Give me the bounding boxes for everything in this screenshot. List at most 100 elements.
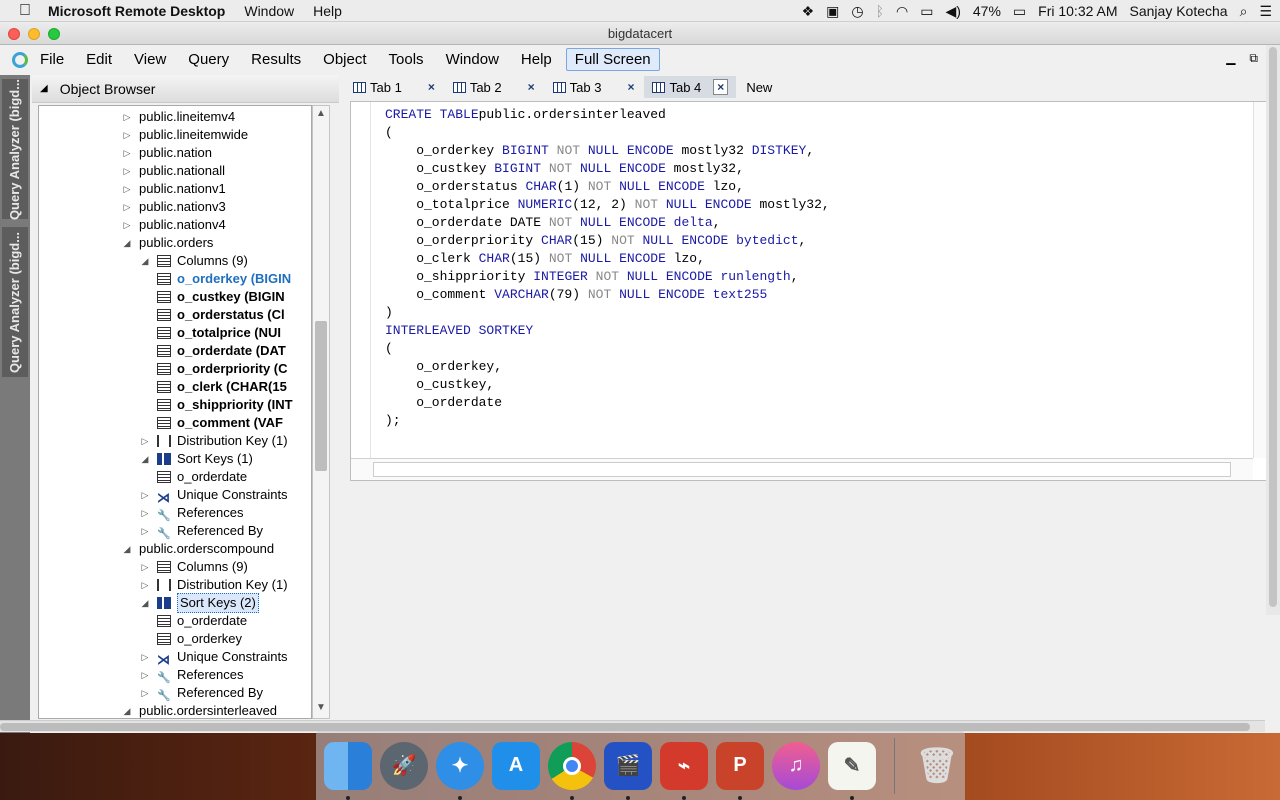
collapsed-arrow-icon[interactable]: ▷ <box>121 180 133 198</box>
minimize-window-icon[interactable] <box>28 28 40 40</box>
menu-object[interactable]: Object <box>323 51 366 68</box>
collapsed-arrow-icon[interactable]: ▷ <box>121 126 133 144</box>
safari-icon[interactable]: ✦ <box>436 741 484 800</box>
screen-record-icon[interactable]: ▣ <box>826 3 839 20</box>
menu-window[interactable]: Window <box>446 51 499 68</box>
tree-node[interactable]: o_orderkey (BIGIN <box>157 270 291 288</box>
sql-code[interactable]: CREATE TABLEpublic.ordersinterleaved( o_… <box>385 106 830 430</box>
close-tab-icon[interactable]: × <box>428 80 435 94</box>
tree-node[interactable]: o_clerk (CHAR(15 <box>157 378 287 396</box>
editor-horizontal-scrollbar[interactable] <box>351 458 1253 480</box>
expanded-arrow-icon[interactable]: ◢ <box>139 252 151 270</box>
battery-percent[interactable]: 47% <box>973 3 1001 19</box>
collapsed-arrow-icon[interactable]: ▷ <box>139 576 151 594</box>
textedit-icon[interactable]: ✎ <box>828 741 876 800</box>
tree-node[interactable]: ▷ public.nationv1 <box>121 180 226 198</box>
volume-icon[interactable]: ◀) <box>945 3 960 20</box>
tree-node[interactable]: ▷ Columns (9) <box>139 558 248 576</box>
collapsed-arrow-icon[interactable]: ▷ <box>139 504 151 522</box>
tree-node[interactable]: ◢ public.orders <box>121 234 214 252</box>
expanded-arrow-icon[interactable]: ◢ <box>121 540 133 558</box>
clock[interactable]: Fri 10:32 AM <box>1038 3 1117 19</box>
object-tree[interactable]: ▷ public.lineitemv4 ▷ public.lineitemwide ▷ p… <box>38 105 312 719</box>
trash-icon[interactable]: 🗑 <box>913 742 961 790</box>
side-tab-query-analyzer-1[interactable]: Query Analyzer (bigd... <box>2 78 28 220</box>
powerpoint-icon[interactable]: P <box>716 741 764 800</box>
tree-node[interactable]: ◢ Sort Keys (1) <box>139 450 253 468</box>
tree-node[interactable]: o_shippriority (INT <box>157 396 293 414</box>
menu-help[interactable]: Help <box>521 51 552 68</box>
collapsed-arrow-icon[interactable]: ▷ <box>121 198 133 216</box>
tree-node[interactable]: ▷ Distribution Key (1) <box>139 576 288 594</box>
tree-node[interactable]: ◢ Columns (9) <box>139 252 248 270</box>
close-tab-icon[interactable]: × <box>713 79 729 95</box>
tree-node[interactable]: ▷ ⋊ Unique Constraints <box>139 486 288 505</box>
app-store-icon[interactable]: A <box>492 741 540 790</box>
tree-node[interactable]: ▷ 🔧 References <box>139 666 244 684</box>
tree-node[interactable]: ▷ public.nation <box>121 144 212 162</box>
full-screen-button[interactable]: Full Screen <box>565 48 660 71</box>
tree-node[interactable]: o_orderdate <box>157 612 247 630</box>
tree-node[interactable]: ▷ Distribution Key (1) <box>139 432 288 450</box>
menu-tools[interactable]: Tools <box>389 51 424 68</box>
battery-icon[interactable]: ▭ <box>1013 3 1026 20</box>
query-tab[interactable]: New <box>738 76 780 98</box>
collapsed-arrow-icon[interactable]: ▷ <box>121 216 133 234</box>
tree-node[interactable]: o_orderdate <box>157 468 247 486</box>
menu-query[interactable]: Query <box>188 51 229 68</box>
collapsed-arrow-icon[interactable]: ▷ <box>121 144 133 162</box>
airplay-icon[interactable]: ▭ <box>920 3 933 20</box>
collapsed-arrow-icon[interactable]: ▷ <box>121 108 133 126</box>
finder-icon[interactable] <box>324 741 372 800</box>
wifi-icon[interactable]: ◠ <box>896 3 908 20</box>
bluetooth-icon[interactable]: ᛒ <box>876 3 884 19</box>
menu-file[interactable]: File <box>40 51 64 68</box>
menu-edit[interactable]: Edit <box>86 51 112 68</box>
remote-desktop-icon[interactable]: ⌁ <box>660 741 708 800</box>
chrome-icon[interactable] <box>548 741 596 800</box>
collapsed-arrow-icon[interactable]: ▷ <box>139 648 151 666</box>
launchpad-icon[interactable]: 🚀 <box>380 741 428 790</box>
collapsed-arrow-icon[interactable]: ▷ <box>139 558 151 576</box>
tree-vertical-scrollbar[interactable]: ▲ ▼ <box>312 105 330 719</box>
scroll-thumb[interactable] <box>315 321 327 471</box>
zoom-window-icon[interactable] <box>48 28 60 40</box>
editor-hscroll-thumb[interactable] <box>373 462 1231 477</box>
tree-node[interactable]: o_totalprice (NUI <box>157 324 281 342</box>
app-vscroll-thumb[interactable] <box>1269 47 1277 607</box>
tree-node[interactable]: ▷ 🔧 Referenced By <box>139 684 263 702</box>
dropbox-icon[interactable]: ❖ <box>802 3 815 20</box>
apple-icon[interactable]:  <box>16 2 34 20</box>
notification-center-icon[interactable]: ☰ <box>1259 3 1272 20</box>
collapse-triangle-icon[interactable]: ◢ <box>40 83 48 94</box>
close-tab-icon[interactable]: × <box>627 80 634 94</box>
query-tab[interactable]: Tab 2 × <box>445 76 543 98</box>
app-hscroll-thumb[interactable] <box>0 723 1250 731</box>
tree-node[interactable]: ◢ public.orderscompound <box>121 540 275 558</box>
tree-node[interactable]: ▷ public.nationv4 <box>121 216 226 234</box>
collapsed-arrow-icon[interactable]: ▷ <box>139 522 151 540</box>
scroll-up-arrow-icon[interactable]: ▲ <box>313 108 329 124</box>
tree-node[interactable]: ▷ public.nationv3 <box>121 198 226 216</box>
time-machine-icon[interactable]: ◷ <box>851 3 863 20</box>
tree-node[interactable]: o_orderkey <box>157 630 242 648</box>
tree-node[interactable]: ▷ public.lineitemv4 <box>121 108 236 126</box>
tree-node[interactable]: o_orderpriority (C <box>157 360 288 378</box>
collapsed-arrow-icon[interactable]: ▷ <box>139 684 151 702</box>
query-tab[interactable]: Tab 1 × <box>345 76 443 98</box>
query-tab[interactable]: Tab 4 × <box>644 76 737 98</box>
tree-node[interactable]: o_orderstatus (Cl <box>157 306 285 324</box>
collapsed-arrow-icon[interactable]: ▷ <box>139 666 151 684</box>
collapsed-arrow-icon[interactable]: ▷ <box>139 432 151 450</box>
spotlight-search-icon[interactable]: ⌕ <box>1240 3 1248 20</box>
mac-menu-help[interactable]: Help <box>313 3 342 19</box>
user-name[interactable]: Sanjay Kotecha <box>1130 3 1228 19</box>
tree-node[interactable]: o_orderdate (DAT <box>157 342 286 360</box>
expanded-arrow-icon[interactable]: ◢ <box>139 594 151 612</box>
expanded-arrow-icon[interactable]: ◢ <box>121 702 133 718</box>
tree-node[interactable]: ◢ Sort Keys (2) <box>139 593 259 613</box>
tree-node[interactable]: o_comment (VAF <box>157 414 283 432</box>
mac-app-name[interactable]: Microsoft Remote Desktop <box>48 3 225 19</box>
expanded-arrow-icon[interactable]: ◢ <box>139 450 151 468</box>
menu-view[interactable]: View <box>134 51 166 68</box>
